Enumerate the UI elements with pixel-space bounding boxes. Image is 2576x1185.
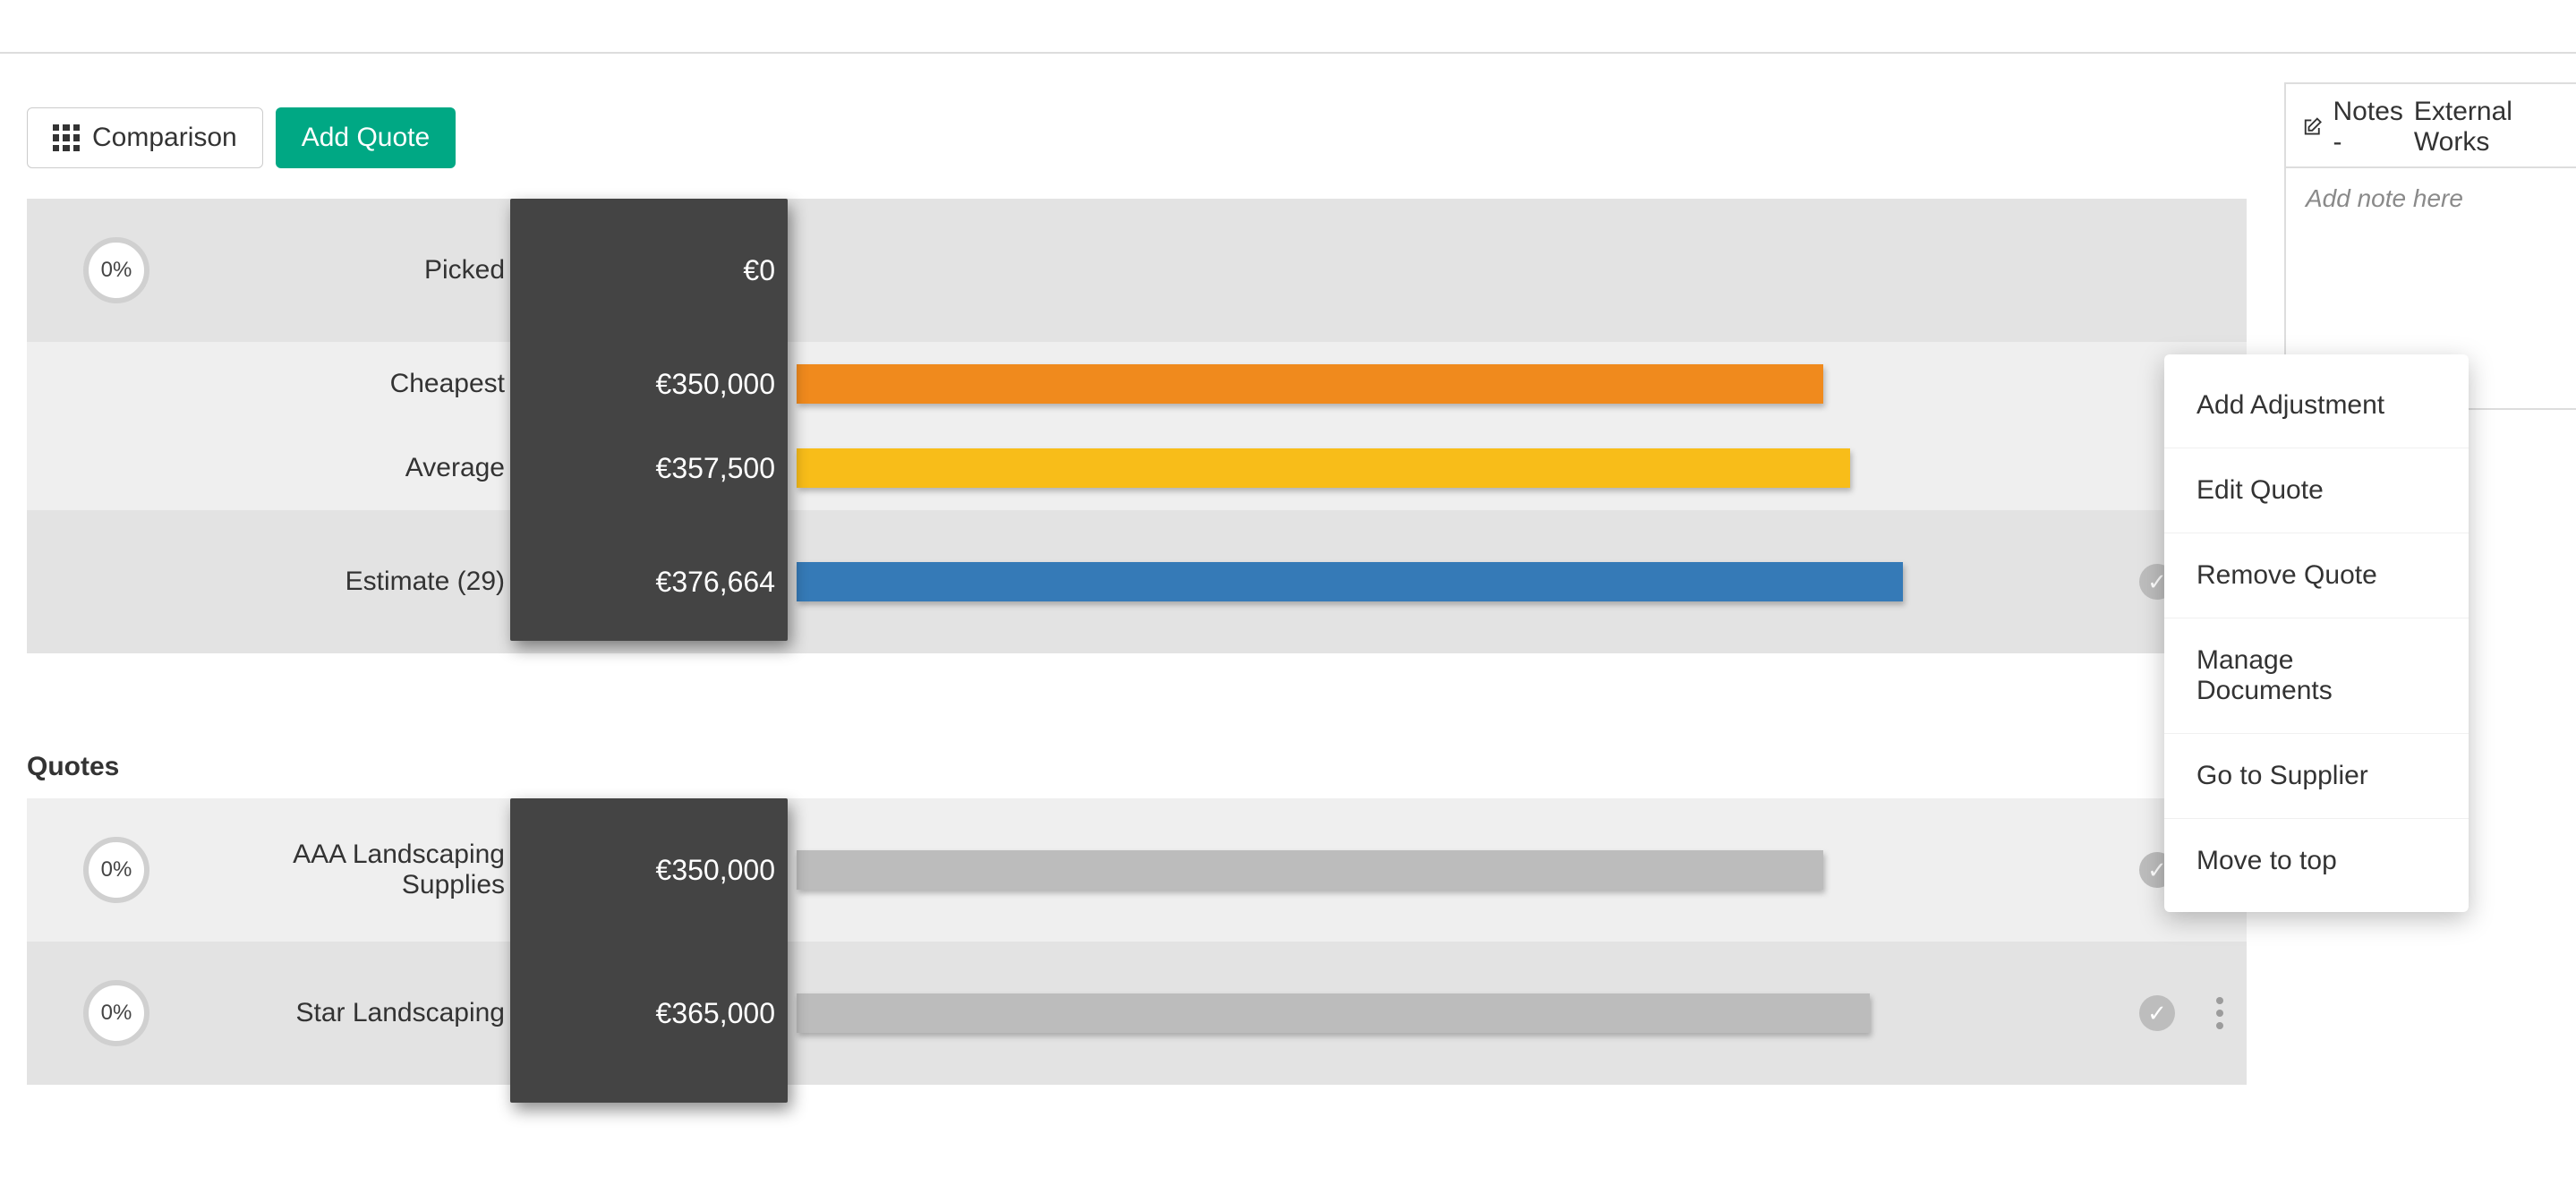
picked-label: Picked — [206, 255, 510, 286]
quote-actions-menu: Add Adjustment Edit Quote Remove Quote M… — [2164, 354, 2469, 912]
cheapest-value: €350,000 — [510, 368, 797, 401]
average-bar — [797, 448, 1850, 488]
picked-percent-badge: 0% — [83, 237, 149, 303]
menu-item-add-adjustment[interactable]: Add Adjustment — [2164, 363, 2469, 448]
estimate-bar-cell — [797, 562, 2121, 601]
quote-row: 0% Star Landscaping €365,000 ✓ — [27, 942, 2247, 1085]
menu-item-remove-quote[interactable]: Remove Quote — [2164, 533, 2469, 618]
summary-row-picked: 0% Picked €0 — [27, 199, 2247, 342]
quote-label: AAA Landscaping Supplies — [206, 840, 510, 900]
notes-title-prefix: Notes - — [2333, 97, 2403, 158]
grid-icon — [53, 124, 80, 151]
quotes-heading: Quotes — [27, 752, 119, 782]
divider — [0, 52, 2576, 54]
quote-value: €350,000 — [510, 854, 797, 887]
quote-percent-badge: 0% — [83, 837, 149, 903]
cheapest-bar-cell — [797, 364, 2121, 404]
quote-bar-cell — [797, 993, 2121, 1033]
quote-bar — [797, 850, 1823, 890]
quote-bar-cell — [797, 850, 2121, 890]
edit-icon — [2302, 115, 2323, 140]
picked-bar-cell — [797, 251, 2121, 290]
quote-rows: 0% AAA Landscaping Supplies €350,000 ✓ 0… — [27, 798, 2247, 1085]
notes-title-subject: External Works — [2414, 97, 2560, 158]
estimate-value: €376,664 — [510, 566, 797, 599]
average-bar-cell — [797, 448, 2121, 488]
comparison-button[interactable]: Comparison — [27, 107, 263, 168]
quote-bar — [797, 993, 1870, 1033]
average-label: Average — [206, 453, 510, 483]
add-quote-button[interactable]: Add Quote — [276, 107, 456, 168]
cheapest-label: Cheapest — [206, 369, 510, 399]
toolbar: Comparison Add Quote — [27, 107, 456, 168]
average-value: €357,500 — [510, 452, 797, 485]
notes-header: Notes - External Works — [2286, 82, 2576, 166]
summary-row-cheapest: Cheapest €350,000 — [27, 342, 2247, 426]
menu-item-go-to-supplier[interactable]: Go to Supplier — [2164, 733, 2469, 818]
quote-label: Star Landscaping — [206, 998, 510, 1028]
summary-row-average: Average €357,500 — [27, 426, 2247, 510]
menu-item-move-to-top[interactable]: Move to top — [2164, 818, 2469, 903]
add-quote-button-label: Add Quote — [302, 123, 430, 153]
cheapest-bar — [797, 364, 1823, 404]
quote-row: 0% AAA Landscaping Supplies €350,000 ✓ — [27, 798, 2247, 942]
picked-value: €0 — [510, 254, 797, 287]
summary-rows: 0% Picked €0 Cheapest €350,000 Average €… — [27, 199, 2247, 653]
value-column-backdrop — [510, 798, 788, 1103]
quote-percent-badge: 0% — [83, 980, 149, 1046]
menu-item-manage-documents[interactable]: Manage Documents — [2164, 618, 2469, 733]
estimate-label: Estimate (29) — [206, 567, 510, 597]
quote-pick-toggle[interactable]: ✓ — [2139, 995, 2175, 1031]
comparison-button-label: Comparison — [92, 123, 237, 153]
estimate-bar — [797, 562, 1903, 601]
quote-value: €365,000 — [510, 997, 797, 1030]
quote-actions-menu-trigger[interactable] — [2216, 997, 2223, 1029]
summary-row-estimate: Estimate (29) €376,664 ✓ — [27, 510, 2247, 653]
menu-item-edit-quote[interactable]: Edit Quote — [2164, 448, 2469, 533]
